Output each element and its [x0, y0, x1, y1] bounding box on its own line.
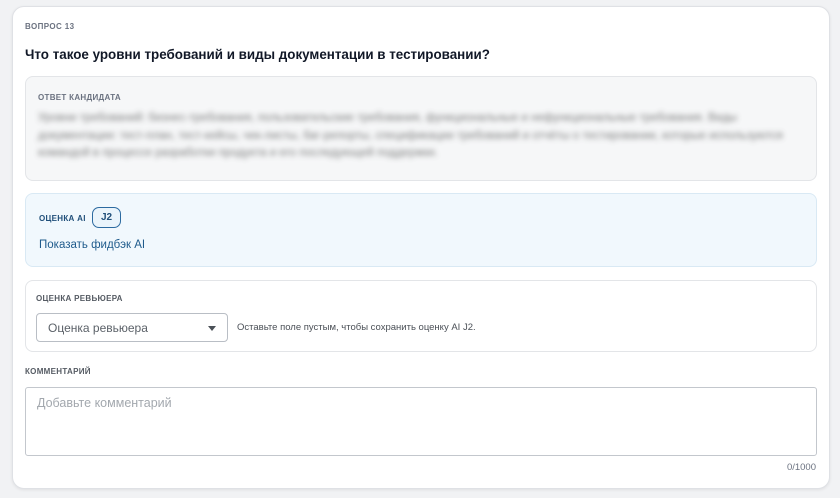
reviewer-score-select[interactable]: Оценка ревьюера [36, 313, 228, 342]
candidate-answer-text: Уровни требований: бизнес-требования, по… [38, 112, 783, 159]
question-title: Что такое уровни требований и виды докум… [25, 47, 490, 62]
ai-score-badge: J2 [92, 207, 121, 228]
show-ai-feedback-link[interactable]: Показать фидбэк AI [39, 239, 145, 251]
candidate-answer-panel: ОТВЕТ КАНДИДАТА Уровни требований: бизне… [25, 76, 817, 181]
comment-input[interactable] [25, 387, 817, 456]
comment-label: КОММЕНТАРИЙ [25, 367, 91, 376]
ai-score-panel: ОЦЕНКА AI J2 Показать фидбэк AI [25, 193, 817, 267]
ai-score-label: ОЦЕНКА AI [39, 214, 86, 223]
reviewer-score-hint: Оставьте поле пустым, чтобы сохранить оц… [237, 322, 476, 333]
comment-char-counter: 0/1000 [786, 462, 816, 473]
reviewer-score-panel: ОЦЕНКА РЕВЬЮЕРА Оценка ревьюера Оставьте… [25, 280, 817, 352]
reviewer-score-select-value: Оценка ревьюера [48, 321, 148, 335]
question-number: ВОПРОС 13 [25, 22, 75, 31]
question-card: ВОПРОС 13 Что такое уровни требований и … [12, 6, 830, 489]
candidate-answer-label: ОТВЕТ КАНДИДАТА [38, 93, 121, 102]
caret-down-icon [208, 326, 216, 331]
reviewer-score-label: ОЦЕНКА РЕВЬЮЕРА [36, 294, 123, 303]
